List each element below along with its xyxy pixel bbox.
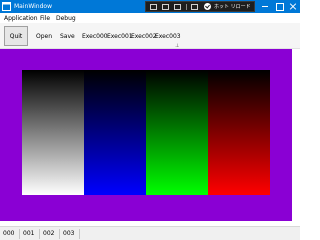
toolbar: Quit Open Save Exec000 Exec001 Exec002 E… (0, 23, 300, 49)
purple-canvas (0, 49, 292, 221)
gradient-green (146, 70, 208, 195)
gradient-blue (84, 70, 146, 195)
status-cell-002: 002 (43, 230, 55, 237)
exec002-button[interactable]: Exec002 (131, 33, 157, 40)
close-icon[interactable] (286, 0, 300, 13)
status-cell-003: 003 (63, 230, 75, 237)
status-separator (79, 229, 80, 239)
exec001-button[interactable]: Exec001 (107, 33, 133, 40)
save-button[interactable]: Save (60, 33, 75, 40)
hot-reload-label[interactable]: ホット リロード (214, 4, 251, 10)
menu-file[interactable]: File (40, 15, 50, 22)
window-title: MainWindow (14, 3, 52, 10)
title-bar[interactable]: MainWindow ホット リロード (0, 0, 300, 13)
display-adorners-icon[interactable] (162, 4, 169, 10)
status-cell-000: 000 (3, 230, 15, 237)
quit-button[interactable]: Quit (4, 26, 28, 46)
check-circle-icon (204, 3, 211, 10)
app-window-icon (2, 2, 11, 11)
caption-buttons (256, 0, 300, 13)
maximize-icon[interactable] (272, 0, 286, 13)
gradient-red (208, 70, 270, 195)
gradient-panel (22, 70, 270, 195)
status-cell-001: 001 (23, 230, 35, 237)
dev-toolbar: ホット リロード (145, 1, 255, 12)
open-button[interactable]: Open (36, 33, 52, 40)
devbar-separator (186, 4, 187, 10)
layout-adorner-icon[interactable] (191, 4, 198, 10)
content-area (0, 49, 300, 226)
exec000-button[interactable]: Exec000 (82, 33, 108, 40)
menu-debug[interactable]: Debug (56, 15, 76, 22)
status-bar: 000 001 002 003 (0, 226, 300, 240)
gradient-white (22, 70, 84, 195)
exec003-button[interactable]: Exec003 (155, 33, 181, 40)
menu-application[interactable]: Application (4, 15, 38, 22)
track-focus-icon[interactable] (174, 4, 181, 10)
menu-bar: Application File Debug (0, 13, 300, 23)
main-window: MainWindow ホット リロード Application File Deb… (0, 0, 300, 240)
select-element-icon[interactable] (150, 4, 157, 10)
minimize-icon[interactable] (258, 0, 272, 13)
